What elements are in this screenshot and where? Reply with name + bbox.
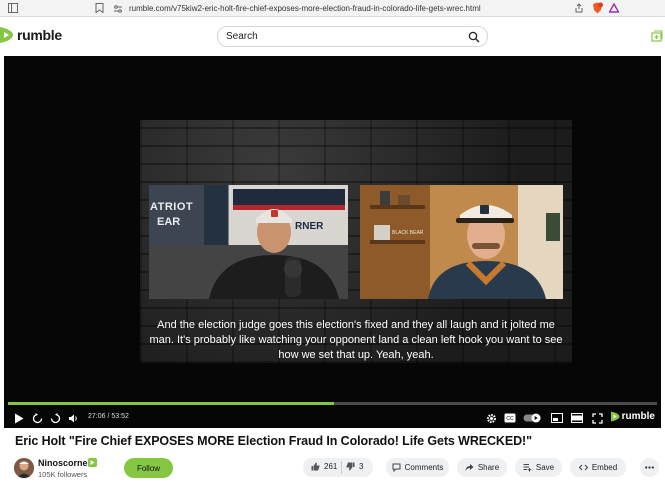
dislike-button[interactable]: 3 bbox=[346, 462, 363, 471]
player-rumble-brand[interactable]: rumble bbox=[610, 411, 655, 422]
channel-name[interactable]: Ninoscorner bbox=[38, 458, 91, 468]
sidebar-toggle-icon[interactable] bbox=[6, 1, 20, 15]
video-title: Eric Holt "Fire Chief EXPOSES MORE Elect… bbox=[15, 434, 532, 448]
volume-icon[interactable] bbox=[66, 411, 80, 425]
share-button[interactable]: Share bbox=[457, 458, 507, 477]
browser-address-bar: rumble.com/v75kiw2-eric-holt-fire-chief-… bbox=[0, 0, 665, 17]
channel-avatar[interactable] bbox=[14, 458, 34, 478]
url-box[interactable]: rumble.com/v75kiw2-eric-holt-fire-chief-… bbox=[105, 1, 633, 16]
upload-icon[interactable] bbox=[651, 30, 663, 42]
guest-webcam-feed: BLACK BEAR bbox=[360, 185, 563, 299]
video-player[interactable]: ATRIOT EAR RNER BLACK BEAR And the elect… bbox=[4, 56, 661, 428]
theater-mode-icon[interactable] bbox=[570, 411, 584, 425]
search-input[interactable] bbox=[226, 31, 461, 42]
autoplay-toggle-icon[interactable] bbox=[522, 411, 542, 425]
rumble-logo-icon bbox=[0, 27, 13, 43]
player-brand-text: rumble bbox=[621, 411, 655, 422]
share-arrow-icon bbox=[465, 464, 474, 471]
play-icon[interactable] bbox=[12, 411, 26, 425]
video-caption: And the election judge goes this electio… bbox=[149, 319, 563, 361]
dislike-count: 3 bbox=[359, 462, 364, 471]
miniplayer-icon[interactable] bbox=[550, 411, 564, 425]
url-text: rumble.com/v75kiw2-eric-holt-fire-chief-… bbox=[129, 4, 481, 13]
video-frame[interactable]: ATRIOT EAR RNER BLACK BEAR And the elect… bbox=[140, 120, 572, 363]
ellipsis-icon bbox=[645, 466, 654, 469]
vote-divider bbox=[341, 461, 342, 474]
left-cam-sign-text-2: EAR bbox=[157, 216, 181, 228]
save-label: Save bbox=[535, 463, 555, 472]
forward-icon[interactable] bbox=[48, 411, 62, 425]
left-cam-sign-text-1: ATRIOT bbox=[150, 201, 194, 213]
fullscreen-icon[interactable] bbox=[590, 411, 604, 425]
svg-text:CC: CC bbox=[506, 416, 514, 422]
thumbs-up-icon bbox=[311, 462, 320, 471]
player-rumble-logo-icon bbox=[610, 411, 620, 422]
host-webcam-feed: ATRIOT EAR RNER bbox=[149, 185, 348, 299]
embed-button[interactable]: Embed bbox=[570, 458, 626, 477]
vote-group: 261 3 bbox=[303, 458, 373, 477]
progress-bar[interactable] bbox=[8, 402, 657, 405]
brave-shield-icon[interactable] bbox=[590, 1, 604, 15]
follow-button[interactable]: Follow bbox=[124, 458, 173, 478]
brave-rewards-icon[interactable] bbox=[607, 1, 621, 15]
progress-fill bbox=[8, 402, 335, 405]
embed-code-icon bbox=[578, 464, 588, 471]
embed-label: Embed bbox=[591, 463, 618, 472]
settings-gear-icon[interactable] bbox=[484, 411, 498, 425]
comments-button[interactable]: Comments bbox=[386, 458, 449, 477]
time-display: 27:06 / 53:52 bbox=[88, 413, 129, 420]
player-controls: 27:06 / 53:52 CC rumble bbox=[4, 408, 661, 428]
site-header: rumble bbox=[0, 18, 665, 56]
bookmark-icon[interactable] bbox=[92, 1, 106, 15]
thumbs-down-icon bbox=[346, 462, 355, 471]
replay-icon[interactable] bbox=[30, 411, 44, 425]
comment-bubble-icon bbox=[392, 463, 401, 472]
captions-icon[interactable]: CC bbox=[503, 411, 517, 425]
share-label: Share bbox=[477, 463, 500, 472]
save-list-icon bbox=[523, 464, 532, 472]
more-options-button[interactable] bbox=[640, 458, 659, 477]
like-button[interactable]: 261 bbox=[311, 462, 337, 471]
save-button[interactable]: Save bbox=[515, 458, 562, 477]
share-page-icon[interactable] bbox=[572, 1, 586, 15]
right-cam-sign-text: BLACK BEAR bbox=[392, 230, 424, 236]
rumble-logo[interactable]: rumble bbox=[0, 26, 62, 44]
verified-badge-icon bbox=[88, 458, 97, 467]
left-cam-sign-text-3: RNER bbox=[295, 221, 324, 232]
follower-count: 105K followers bbox=[38, 470, 88, 479]
logo-text: rumble bbox=[17, 27, 62, 43]
search-bar[interactable] bbox=[217, 26, 488, 47]
like-count: 261 bbox=[324, 462, 338, 471]
comments-label: Comments bbox=[404, 463, 444, 472]
site-info-icon[interactable] bbox=[111, 2, 125, 16]
search-icon[interactable] bbox=[468, 31, 480, 43]
